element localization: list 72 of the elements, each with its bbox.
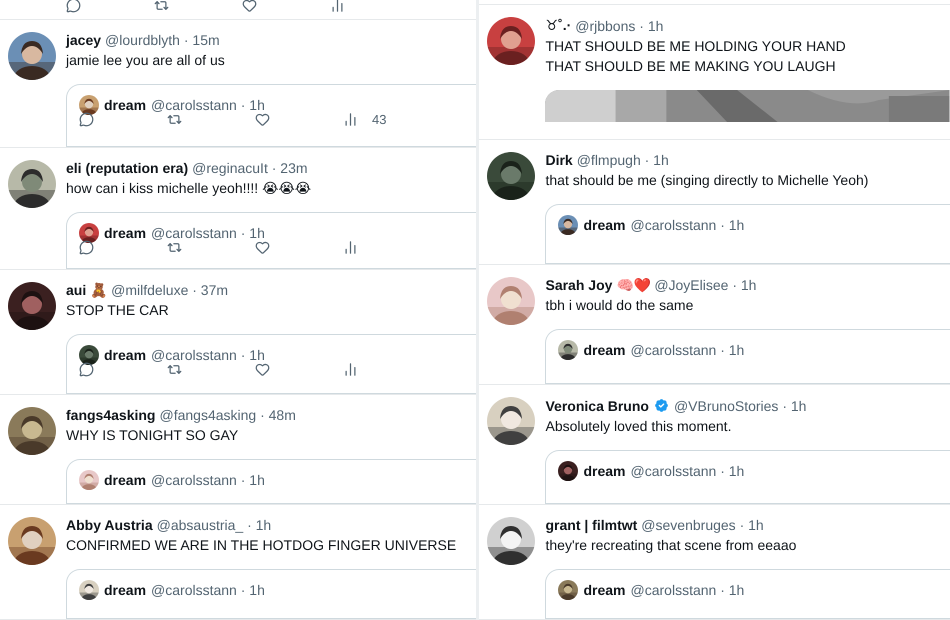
display-name: jacey	[66, 32, 102, 48]
tweet-text: STOP THE CAR	[66, 301, 170, 320]
quoted-name: dream	[104, 582, 146, 598]
tweet-text: WHY IS TONIGHT SO GAY	[66, 426, 240, 445]
display-name: grant | filmtwt	[545, 517, 638, 533]
display-name: aui 🧸	[66, 282, 108, 298]
reply-icon[interactable]	[79, 240, 94, 254]
quoted-handle-and-time: @carolsstann · 1h	[630, 342, 744, 358]
quoted-name: dream	[583, 342, 626, 358]
quoted-handle-and-time: @carolsstann · 1h	[630, 582, 744, 598]
tweet-text: CONFIRMED WE ARE IN THE HOTDOG FINGER UNIVERSE	[66, 536, 458, 555]
tweet-text: jamie lee you are all of us	[66, 51, 226, 70]
display-name: Abby Austria	[66, 517, 153, 533]
display-name: Sarah Joy 🧠❤	[545, 277, 650, 293]
quoted-handle-and-time: @carolsstann · 1h	[630, 217, 744, 233]
reply-icon[interactable]	[79, 112, 94, 126]
display-name: eli (reputation era)	[66, 160, 188, 176]
quoted-name: dream	[104, 225, 146, 241]
quoted-tweet[interactable]: dream @carolsstann · 1h	[545, 329, 950, 384]
handle-and-time: @fangs4asking · 48m	[159, 407, 296, 423]
quoted-name: dream	[104, 347, 146, 363]
display-name: Dirk	[545, 152, 573, 168]
tweet-text: THAT SHOULD BE ME HOLDING YOUR HAND THAT SHOULD BE ME MAKING YOU LAUGH	[545, 37, 847, 76]
quoted-tweet[interactable]: dream @carolsstann · 1h	[66, 212, 476, 269]
quoted-handle-and-time: @carolsstann · 1h	[630, 463, 744, 479]
quoted-tweet[interactable]: dream @carolsstann · 1h 43	[66, 84, 476, 147]
quoted-tweet[interactable]: dream @carolsstann · 1h	[545, 569, 950, 619]
display-name: Veronica Bruno	[545, 398, 649, 414]
handle-and-time: @rjbbons · 1h	[575, 18, 664, 34]
quoted-tweet[interactable]: dream @carolsstann · 1h	[66, 459, 476, 504]
quoted-handle-and-time: @carolsstann · 1h	[151, 97, 265, 113]
quoted-name: dream	[104, 97, 146, 113]
quoted-name: dream	[583, 463, 626, 479]
quoted-name: dream	[104, 472, 146, 488]
repost-icon[interactable]	[154, 0, 169, 12]
heart-icon[interactable]	[255, 362, 270, 376]
handle-and-time: @VBrunoStories · 1h	[674, 398, 806, 414]
heart-icon[interactable]	[255, 240, 270, 254]
handle-and-time: @flmpugh · 1h	[576, 152, 669, 168]
quoted-tweet[interactable]: dream @carolsstann · 1h	[545, 204, 950, 264]
tweet-text: how can i kiss michelle yeoh!!!! 😭😭😭	[66, 179, 312, 198]
tweet-text: tbh i would do the same	[545, 296, 694, 315]
bar-chart-icon[interactable]	[330, 0, 345, 12]
tweet-text: they're recreating that scene from eeaao	[545, 536, 798, 555]
verified-icon	[652, 397, 670, 414]
reply-icon[interactable]	[66, 0, 81, 12]
handle-and-time: @reginacuIt · 23m	[192, 160, 308, 176]
quoted-tweet[interactable]: dream @carolsstann · 1h	[66, 334, 476, 394]
handle-and-time: @lourdblyth · 15m	[105, 32, 220, 48]
heart-icon[interactable]	[255, 112, 270, 126]
handle-and-time: @absaustria_ · 1h	[156, 517, 272, 533]
view-count: 43	[372, 112, 386, 126]
tweet-text: Absolutely loved this moment.	[545, 417, 732, 436]
bar-chart-icon[interactable]	[343, 362, 358, 376]
quoted-name: dream	[583, 582, 626, 598]
quoted-handle-and-time: @carolsstann · 1h	[151, 225, 265, 241]
handle-and-time: @milfdeluxe · 37m	[111, 282, 228, 298]
display-name: ♉˚.·	[545, 17, 572, 34]
quoted-tweet[interactable]: dream @carolsstann · 1h	[66, 569, 476, 619]
quoted-name: dream	[583, 217, 626, 233]
tweet-text: that should be me (singing directly to Michelle Yeoh)	[545, 171, 870, 190]
quoted-handle-and-time: @carolsstann · 1h	[151, 472, 265, 488]
display-name: fangs4asking	[66, 407, 156, 423]
handle-and-time: @sevenbruges · 1h	[641, 517, 764, 533]
bar-chart-icon[interactable]	[343, 112, 358, 126]
quoted-handle-and-time: @carolsstann · 1h	[151, 582, 265, 598]
heart-icon[interactable]	[242, 0, 257, 12]
quoted-tweet[interactable]: dream @carolsstann · 1h	[545, 450, 950, 504]
reply-icon[interactable]	[79, 362, 94, 376]
bar-chart-icon[interactable]	[343, 240, 358, 254]
handle-and-time: @JoyElisee · 1h	[654, 277, 756, 293]
quoted-handle-and-time: @carolsstann · 1h	[151, 347, 265, 363]
